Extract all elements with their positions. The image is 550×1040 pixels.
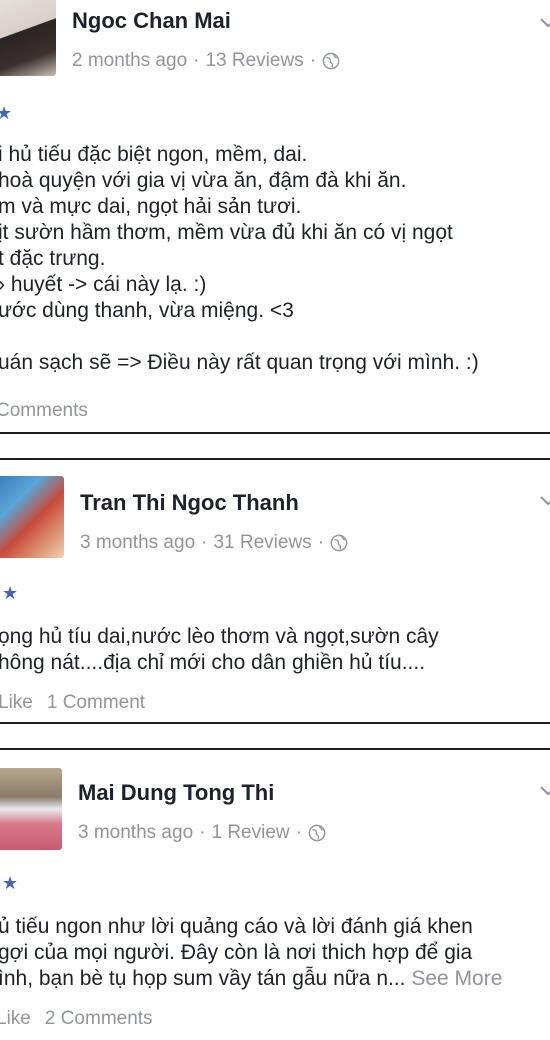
reviewer-name[interactable]: Ngoc Chan Mai — [72, 8, 231, 34]
review-time[interactable]: 3 months ago — [80, 532, 195, 554]
review-actions: Like 2 Comments — [0, 1008, 153, 1030]
like-button[interactable]: Like — [0, 1008, 31, 1030]
separator: · — [193, 50, 200, 71]
comments-link[interactable]: 1 Comment — [47, 692, 145, 714]
review-count[interactable]: 31 Reviews — [213, 532, 311, 554]
rating-star: ★ — [2, 583, 19, 603]
review-meta: 3 months ago · 31 Reviews · — [80, 532, 348, 554]
review-time[interactable]: 3 months ago — [78, 822, 193, 844]
comments-link[interactable]: 2 Comments — [45, 1008, 153, 1030]
like-button[interactable]: Like — [0, 692, 33, 714]
comments-link[interactable]: Comments — [0, 400, 88, 422]
reviewer-name[interactable]: Tran Thi Ngoc Thanh — [80, 490, 299, 516]
review-actions: Comments — [0, 400, 88, 422]
rating-star: ★ — [0, 104, 12, 122]
globe-icon — [322, 52, 340, 70]
review-meta: 2 months ago · 13 Reviews · — [72, 50, 340, 72]
chevron-down-icon[interactable] — [540, 18, 550, 28]
globe-icon — [330, 534, 348, 552]
chevron-down-icon[interactable] — [540, 496, 550, 506]
see-more-link[interactable]: See More — [411, 967, 502, 990]
separator: · — [199, 822, 206, 843]
review-actions: Like 1 Comment — [0, 692, 145, 714]
review-count[interactable]: 13 Reviews — [205, 50, 303, 72]
separator: · — [295, 822, 302, 843]
review-meta: 3 months ago · 1 Review · — [78, 822, 326, 844]
separator: · — [309, 50, 317, 71]
review-text: ủ tiếu ngon như lời quảng cáo và lời đán… — [0, 915, 503, 990]
review-text: i hủ tiếu đặc biệt ngon, mềm, dai. hoà q… — [0, 143, 479, 374]
review-time[interactable]: 2 months ago — [72, 50, 187, 72]
review-card: Mai Dung Tong Thi 3 months ago · 1 Revie… — [0, 748, 550, 1040]
separator: · — [317, 532, 325, 553]
reviewer-name[interactable]: Mai Dung Tong Thi — [78, 780, 274, 806]
separator: · — [201, 532, 208, 553]
globe-icon — [308, 824, 326, 842]
avatar[interactable] — [0, 768, 62, 850]
review-text: ọng hủ tíu dai,nước lèo thơm và ngọt,sườ… — [0, 625, 439, 674]
avatar[interactable] — [0, 0, 56, 76]
rating-star: ★ — [2, 873, 19, 893]
chevron-down-icon[interactable] — [540, 786, 550, 796]
avatar[interactable] — [0, 476, 64, 558]
review-card: Tran Thi Ngoc Thanh 3 months ago · 31 Re… — [0, 458, 550, 724]
review-card: Ngoc Chan Mai 2 months ago · 13 Reviews … — [0, 0, 550, 434]
review-count[interactable]: 1 Review — [211, 822, 289, 844]
